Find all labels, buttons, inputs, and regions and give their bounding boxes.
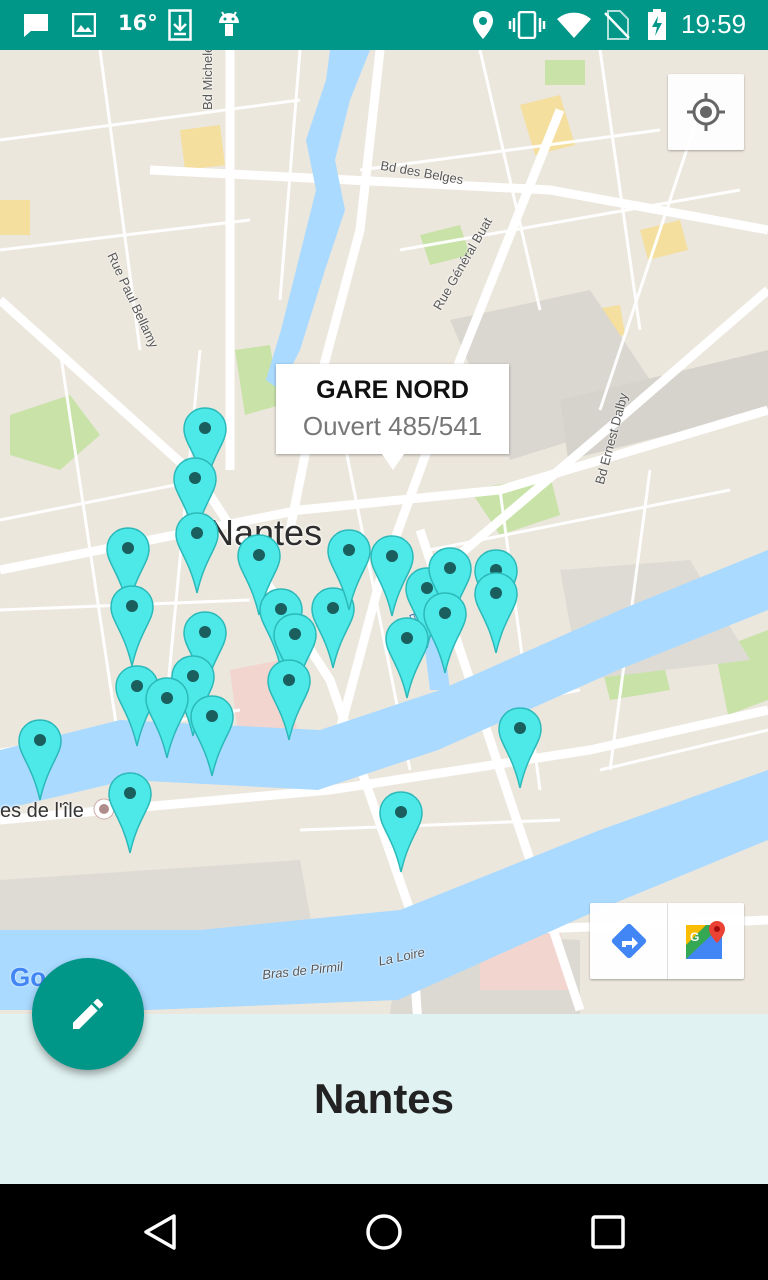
marker-pin-icon <box>175 512 219 594</box>
map-marker[interactable] <box>174 511 220 595</box>
clock: 19:59 <box>681 9 747 39</box>
marker-pin-icon <box>474 572 518 654</box>
marker-pin-icon <box>267 659 311 741</box>
navigation-bar <box>0 1184 768 1280</box>
map-marker[interactable] <box>384 616 430 700</box>
map-marker[interactable] <box>107 771 153 855</box>
vibrate-icon <box>508 9 546 41</box>
map-marker[interactable] <box>109 584 155 668</box>
message-icon <box>22 9 50 41</box>
marker-pin-icon <box>379 791 423 873</box>
map-marker[interactable] <box>17 718 63 802</box>
directions-button[interactable] <box>590 903 667 979</box>
no-sim-icon <box>604 9 630 41</box>
home-button[interactable] <box>354 1202 414 1262</box>
pencil-icon <box>73 998 104 1029</box>
map-marker[interactable] <box>378 790 424 874</box>
recents-button[interactable] <box>578 1202 638 1262</box>
marker-pin-icon <box>498 707 542 789</box>
map-marker[interactable] <box>326 528 372 612</box>
image-icon <box>72 9 96 41</box>
google-maps-icon: G <box>686 921 725 959</box>
marker-pin-icon <box>385 617 429 699</box>
location-icon <box>472 9 494 41</box>
wifi-icon <box>556 9 592 41</box>
download-icon <box>168 9 192 41</box>
temperature-text: 16° <box>118 11 158 35</box>
marker-pin-icon <box>190 695 234 777</box>
directions-icon <box>611 923 646 959</box>
marker-pin-icon <box>145 677 189 759</box>
map-marker[interactable] <box>473 571 519 655</box>
status-bar: 16° 19:59 <box>0 0 768 50</box>
marker-pin-icon <box>327 529 371 611</box>
map-marker[interactable] <box>189 694 235 778</box>
svg-text:G: G <box>690 930 699 944</box>
open-in-maps-button[interactable]: G <box>667 903 744 979</box>
edit-fab-button[interactable] <box>32 958 144 1070</box>
map-marker[interactable] <box>144 676 190 760</box>
home-icon <box>366 1214 402 1250</box>
street-label-bd-michelet: Bd Michelet <box>200 50 215 110</box>
map-marker[interactable] <box>497 706 543 790</box>
info-window-title: GARE NORD <box>316 376 469 404</box>
map-toolbar: G <box>590 903 744 979</box>
marker-pin-icon <box>18 719 62 801</box>
info-window-subtitle: Ouvert 485/541 <box>302 411 483 441</box>
back-button[interactable] <box>130 1202 190 1262</box>
back-icon <box>144 1214 176 1250</box>
marker-pin-icon <box>108 772 152 854</box>
battery-charging-icon <box>647 9 667 41</box>
android-icon <box>216 9 242 41</box>
map-marker[interactable] <box>266 658 312 742</box>
map-view[interactable]: Bd Michelet Bd des Belges Rue Général Bu… <box>0 50 768 1014</box>
my-location-icon <box>687 93 725 131</box>
my-location-button[interactable] <box>668 74 744 150</box>
recents-icon <box>591 1215 625 1249</box>
marker-pin-icon <box>110 585 154 667</box>
panel-title: Nantes <box>313 1074 455 1122</box>
marker-info-window[interactable]: GARE NORD Ouvert 485/541 <box>276 364 509 470</box>
